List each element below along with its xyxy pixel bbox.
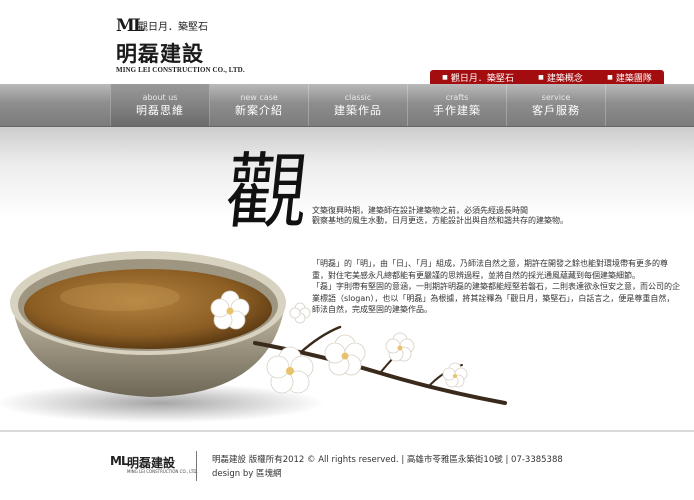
nav-item-service[interactable]: service 客戶服務	[507, 84, 606, 126]
company-logo[interactable]: ML 觀日月．築堅石 明磊建設 MING LEI CONSTRUCTION CO…	[116, 14, 256, 74]
nav-item-label: 新案介紹	[235, 103, 283, 117]
body-paragraph: 「明磊」的「明」，由「日」、「月」組成，乃師法自然之意，期許在開發之餘也能對環境…	[312, 259, 668, 280]
logo-company-english: MING LEI CONSTRUCTION CO., LTD.	[116, 66, 245, 74]
nav-item-english: about us	[142, 92, 178, 102]
footer-logo-english: MING LEI CONSTRUCTION CO., LTD.	[127, 469, 198, 474]
nav-item-english: service	[541, 92, 571, 102]
footer-logo[interactable]: ML 明磊建設 MING LEI CONSTRUCTION CO., LTD.	[110, 454, 200, 476]
logo-company-name: 明磊建設	[116, 42, 204, 66]
nav-item-english: crafts	[445, 92, 469, 102]
phone-text: 07-3385388	[511, 455, 563, 465]
nav-item-english: new case	[240, 92, 278, 102]
toplink-label: 建築團隊	[615, 73, 652, 84]
logo-slogan: 觀日月．築堅石	[138, 22, 208, 33]
nav-item-about-us[interactable]: about us 明磊思維	[110, 84, 210, 126]
nav-item-english: classic	[344, 92, 372, 102]
main-navigation: about us 明磊思維 new case 新案介紹 classic 建築作品…	[0, 84, 694, 127]
designer-link[interactable]: 區塊網	[256, 469, 282, 479]
nav-item-label: 建築作品	[334, 103, 382, 117]
nav-item-crafts[interactable]: crafts 手作建築	[408, 84, 507, 126]
intro-line: 文築復興時期，建築師在設計建築物之前，必須先經過長時間	[312, 206, 528, 215]
about-body-text: 「明磊」的「明」，由「日」、「月」組成，乃師法自然之意，期許在開發之餘也能對環境…	[312, 258, 682, 316]
tea-bowl-illustration	[0, 251, 507, 423]
toplink-team[interactable]: ■ 建築團隊	[607, 71, 652, 84]
copyright-text: 明磊建設 版權所有2012 © All rights reserved.	[212, 455, 399, 465]
address-text: 高雄市苓雅區永築街10號	[406, 455, 503, 465]
calligraphy-character: 觀	[221, 145, 314, 240]
body-paragraph: 「磊」字則帶有堅固的意涵，一則期許明磊的建築都能經堅若磐石，二則表達欲永恒安之意…	[312, 282, 680, 314]
bullet-icon: ■	[442, 73, 448, 81]
footer-separator	[196, 451, 197, 481]
bullet-icon: ■	[607, 73, 613, 81]
nav-item-label: 客戶服務	[532, 103, 580, 117]
toplink-label: 建築概念	[546, 73, 583, 84]
footer-info: 明磊建設 版權所有2012 © All rights reserved. | 高…	[212, 455, 563, 479]
toplink-slogan[interactable]: ■ 觀日月．築堅石	[442, 71, 514, 84]
intro-line: 觀察基地的風生水動，日月更迭，方能設計出與自然和諧共存的建築物。	[312, 216, 568, 225]
toplink-concept[interactable]: ■ 建築概念	[538, 71, 583, 84]
top-link-bar: ■ 觀日月．築堅石 ■ 建築概念 ■ 建築團隊	[430, 70, 664, 84]
nav-item-classic[interactable]: classic 建築作品	[309, 84, 408, 126]
nav-item-label: 手作建築	[433, 103, 481, 117]
bullet-icon: ■	[538, 73, 544, 81]
footer-divider	[0, 430, 694, 432]
footer-logo-monogram: ML	[110, 454, 129, 468]
design-by-prefix: design by	[212, 469, 254, 479]
toplink-label: 觀日月．築堅石	[450, 73, 514, 84]
nav-item-new-case[interactable]: new case 新案介紹	[210, 84, 309, 126]
nav-item-label: 明磊思維	[136, 103, 184, 117]
intro-text: 文築復興時期，建築師在設計建築物之前，必須先經過長時間 觀察基地的風生水動，日月…	[312, 206, 632, 226]
